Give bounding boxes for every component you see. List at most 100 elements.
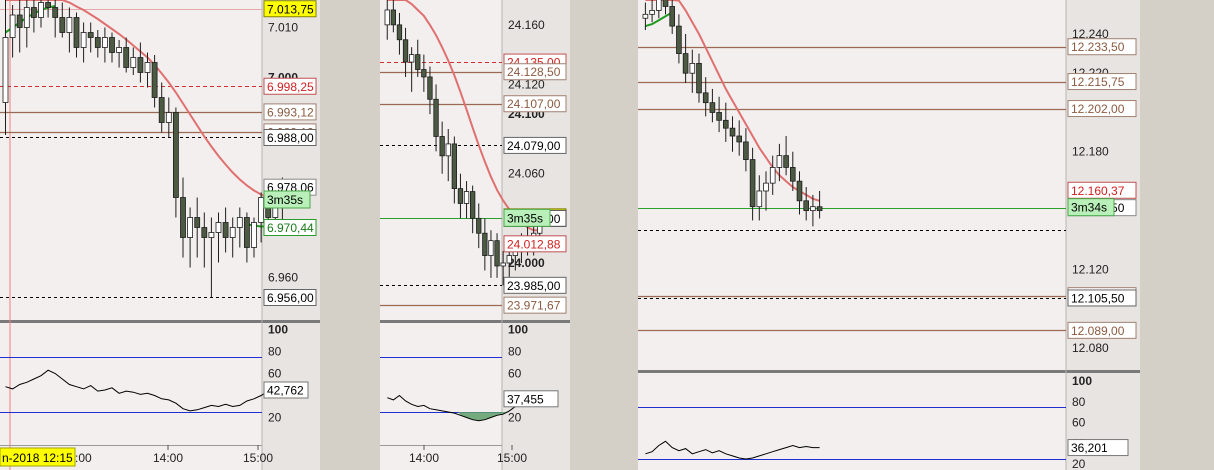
candle: [810, 206, 816, 212]
price-level-label: 24.128,50: [507, 65, 561, 79]
candle: [439, 136, 445, 157]
candle: [743, 141, 749, 160]
candle: [45, 2, 51, 8]
candle: [9, 14, 16, 38]
candle: [415, 54, 421, 70]
candle-timer-label: 3m34s: [1071, 201, 1107, 215]
candle: [702, 92, 709, 104]
candle: [116, 47, 122, 53]
oscillator-tick-label: 80: [268, 345, 282, 359]
price-level-label: 12.215,75: [1071, 75, 1125, 89]
candle: [408, 54, 415, 63]
candle: [756, 190, 763, 208]
pane-background: [638, 0, 1140, 470]
oscillator-tick-label: 100: [1072, 374, 1092, 388]
candle: [215, 222, 222, 233]
candle: [796, 180, 803, 202]
candle: [73, 17, 80, 48]
candle: [243, 217, 250, 248]
time-cursor-label: n-2018 12:15: [2, 451, 73, 465]
candle: [451, 143, 458, 189]
candle: [123, 47, 130, 68]
time-tick-label: 14:00: [409, 451, 439, 465]
candle: [482, 232, 488, 256]
price-tick-label: 12.120: [1072, 263, 1109, 277]
oscillator-tick-label: 60: [508, 367, 522, 381]
oscillator-value-label: 42,762: [267, 384, 304, 398]
oscillator-tick-label: 80: [508, 345, 522, 359]
price-tick-label: 12.080: [1072, 341, 1109, 355]
price-level-label: 24.012,88: [507, 237, 561, 251]
price-level-label: 12.202,00: [1071, 102, 1125, 116]
oscillator-tick-label: 80: [1072, 395, 1086, 409]
candle: [102, 37, 108, 48]
candle: [137, 57, 144, 73]
candle: [80, 32, 87, 48]
oscillator-tick-label: 20: [268, 411, 282, 425]
candle: [59, 17, 66, 33]
candle: [709, 102, 716, 113]
oscillator-tick-label: 20: [508, 411, 522, 425]
oscillator-tick-label: 100: [268, 323, 288, 337]
candle: [222, 222, 229, 238]
candle: [445, 143, 451, 157]
candle: [52, 7, 59, 18]
candle: [776, 155, 783, 168]
candle: [729, 127, 736, 137]
price-level-label: 12.233,50: [1071, 40, 1125, 54]
candle: [723, 119, 729, 129]
chart-pane-2: 24.16024.12024.10024.06024.00024.135,002…: [380, 0, 570, 470]
price-level-label: 6.988,00: [267, 131, 314, 145]
candle: [500, 262, 506, 267]
pane-gap: [320, 0, 380, 470]
oscillator-tick-label: 20: [1072, 457, 1086, 470]
price-level-label: 6.956,00: [267, 291, 314, 305]
candle: [158, 97, 165, 123]
candle: [488, 240, 494, 256]
candle: [151, 62, 158, 98]
candle: [109, 37, 115, 53]
candle-timer-label: 3m35s: [267, 193, 303, 207]
candle: [144, 62, 151, 73]
price-level-label: 7.013,75: [267, 2, 314, 16]
candle: [476, 217, 482, 234]
price-tick-label: 24.060: [508, 167, 545, 181]
candle: [457, 188, 464, 204]
oscillator-tick-label: 60: [268, 367, 282, 381]
candle: [669, 6, 675, 27]
candle: [251, 222, 257, 248]
candle: [38, 2, 44, 18]
candle: [662, 0, 669, 7]
candle: [201, 227, 208, 238]
candle: [433, 98, 439, 137]
candle: [689, 63, 696, 74]
candle: [749, 159, 756, 208]
candle: [94, 37, 101, 48]
candle: [682, 53, 689, 74]
candle: [649, 10, 655, 15]
candle: [187, 217, 194, 238]
price-level-label: 6.998,25: [267, 80, 314, 94]
candle: [716, 112, 722, 121]
price-tick-label: 7.010: [268, 21, 298, 35]
candle: [421, 69, 427, 78]
candle: [87, 32, 94, 38]
candle: [790, 167, 796, 182]
candle: [494, 240, 500, 267]
candle: [229, 227, 236, 238]
oscillator-tick-label: 100: [508, 323, 528, 337]
candle: [656, 0, 662, 11]
candle: [396, 24, 403, 41]
price-level-label: 24.079,00: [507, 139, 561, 153]
oscillator-value-label: 37,455: [507, 392, 544, 406]
price-level-label: 23.985,00: [507, 279, 561, 293]
candle: [390, 9, 397, 26]
price-tick-label: 24.160: [508, 18, 545, 32]
candle: [208, 232, 215, 238]
candle: [165, 112, 172, 123]
candle: [194, 217, 201, 228]
time-tick-suffix: :00: [75, 451, 92, 465]
price-level-label: 12.105,50: [1071, 291, 1125, 305]
time-tick-label: 14:00: [153, 451, 183, 465]
candle: [2, 37, 9, 103]
